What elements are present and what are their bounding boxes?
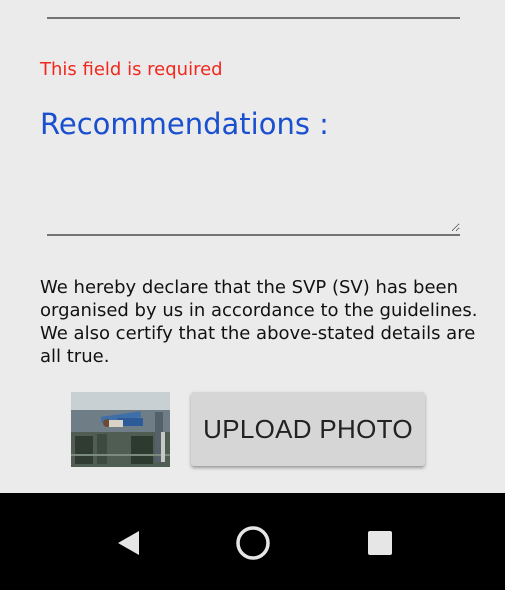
recents-square-icon[interactable] — [356, 519, 404, 567]
recommendations-label: Recommendations : — [40, 107, 329, 141]
photo-image — [71, 392, 170, 467]
recommendations-input[interactable] — [47, 150, 460, 232]
recommendations-underline — [47, 234, 460, 236]
back-triangle-icon[interactable] — [104, 519, 152, 567]
form-content: This field is required Recommendations :… — [0, 0, 505, 493]
app-screen: This field is required Recommendations :… — [0, 0, 505, 590]
home-circle-icon[interactable] — [229, 519, 277, 567]
uploaded-photo-thumbnail[interactable] — [71, 392, 170, 467]
declaration-text: We hereby declare that the SVP (SV) has … — [40, 277, 478, 367]
required-error-text: This field is required — [40, 59, 223, 80]
previous-field-underline — [47, 17, 460, 19]
android-navigation-bar — [0, 493, 505, 590]
upload-photo-button[interactable]: UPLOAD PHOTO — [191, 392, 425, 466]
